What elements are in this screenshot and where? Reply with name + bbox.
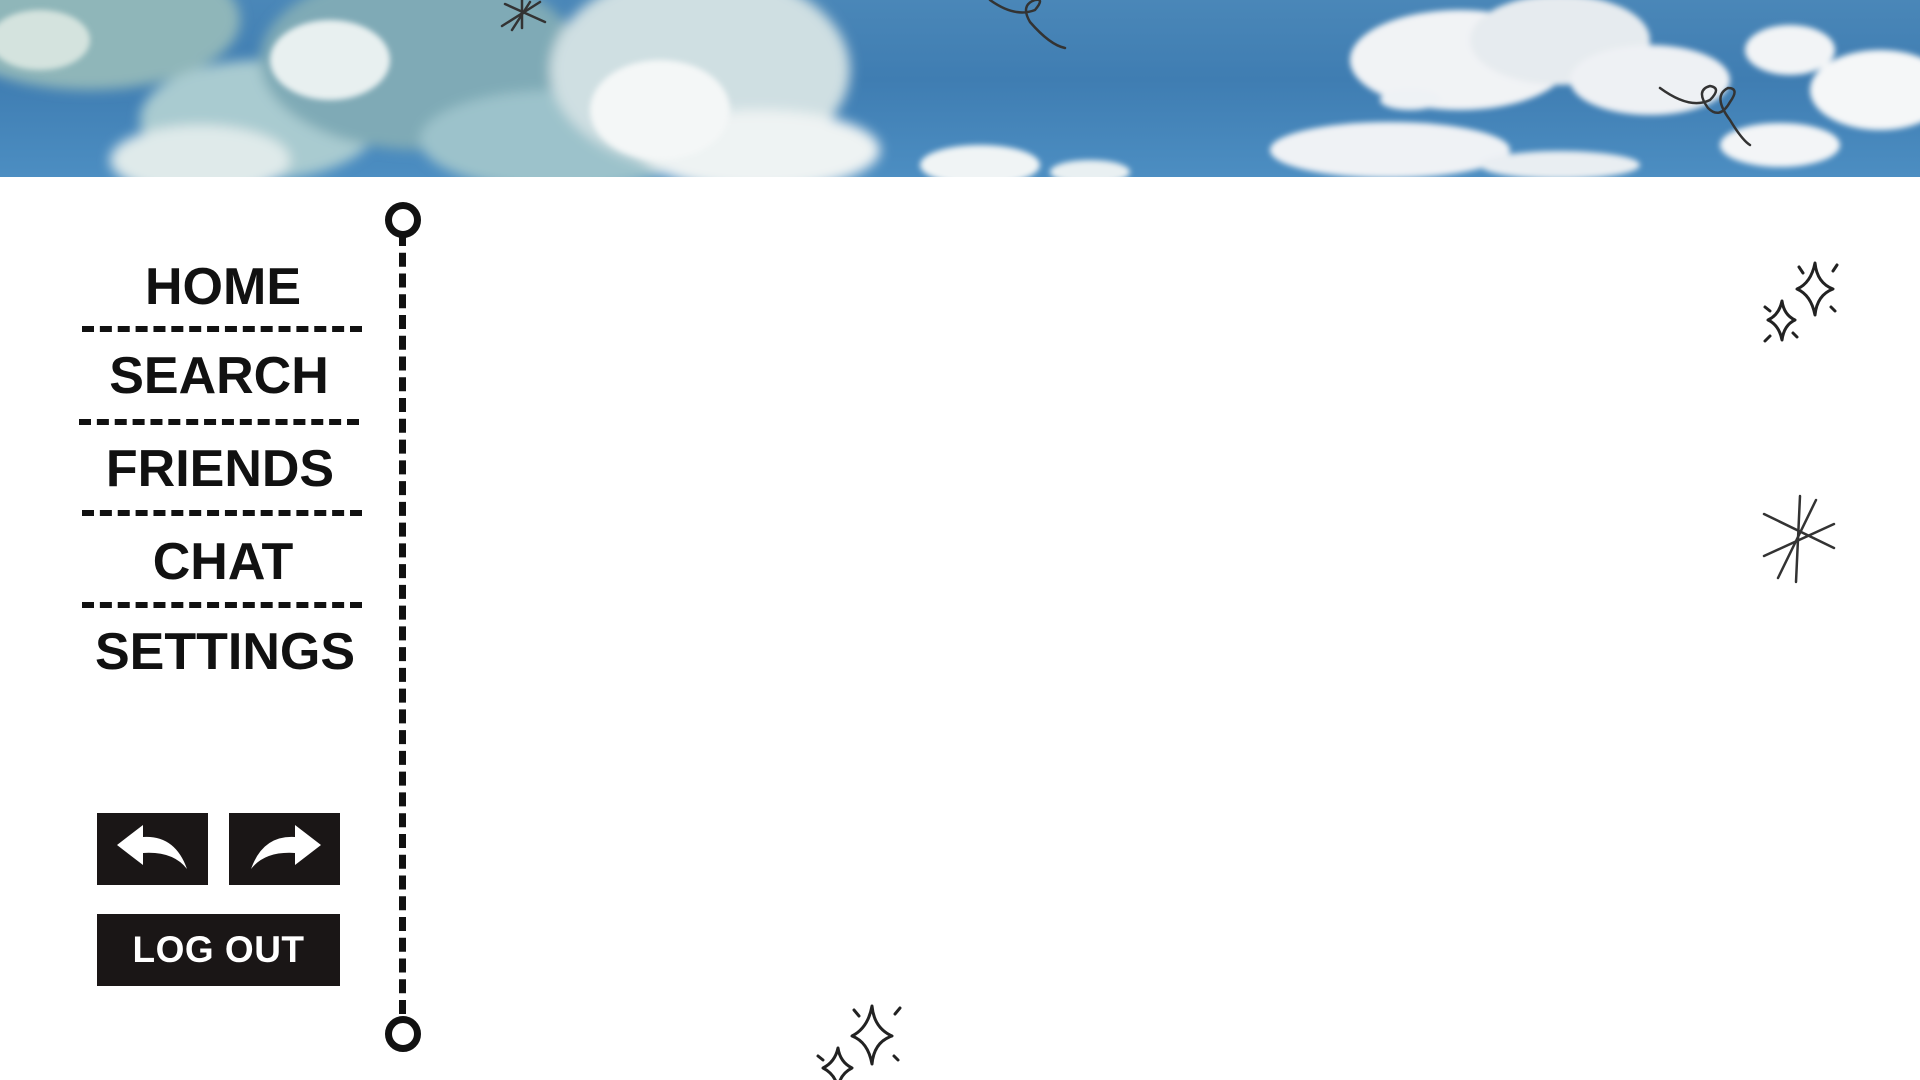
forward-arrow-icon (250, 825, 321, 869)
nav-item-friends[interactable]: FRIENDS (75, 443, 365, 495)
nav-divider (82, 602, 362, 608)
asterisk-icon (1762, 494, 1836, 584)
nav-item-settings[interactable]: SETTINGS (80, 626, 370, 678)
nav-divider (79, 419, 359, 425)
back-button[interactable] (97, 813, 208, 885)
nav-item-chat[interactable]: CHAT (78, 536, 368, 588)
logout-button[interactable]: LOG OUT (97, 914, 340, 986)
forward-button[interactable] (229, 813, 340, 885)
cloud-image (0, 0, 1920, 177)
back-arrow-icon (116, 825, 187, 869)
nav-item-search[interactable]: SEARCH (74, 350, 364, 402)
nav-divider (82, 326, 362, 332)
sparkle-icon (1763, 261, 1839, 343)
sparkle-icon (816, 1004, 902, 1080)
vertical-divider (399, 232, 406, 1014)
rail-bottom-cap (385, 1016, 421, 1052)
nav-divider (82, 510, 362, 516)
rail-top-cap (385, 202, 421, 238)
nav-item-home[interactable]: HOME (78, 261, 368, 313)
sky-banner (0, 0, 1920, 177)
